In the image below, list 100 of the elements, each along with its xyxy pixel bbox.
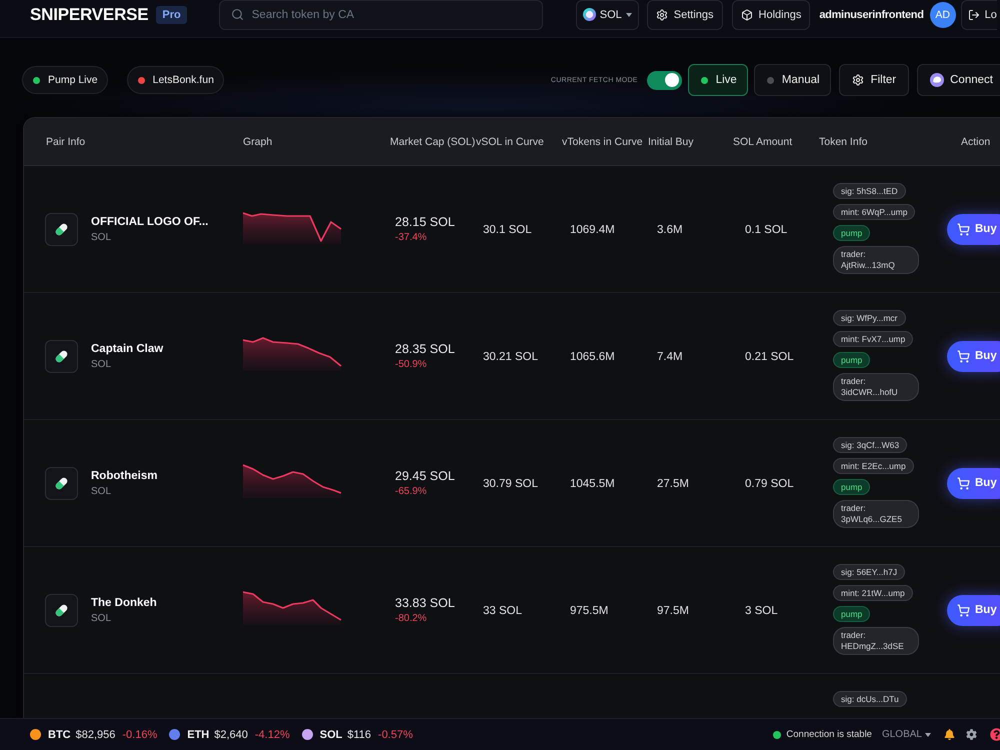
- buy-button[interactable]: Buy: [947, 594, 1000, 626]
- mint-tag: mint: 6WqP...ump: [833, 204, 916, 220]
- app-logo: SNIPERVERSE: [30, 4, 148, 24]
- ticker-change: -0.57%: [378, 728, 413, 740]
- search-field[interactable]: Search token by CA: [218, 0, 543, 30]
- cart-icon: [957, 476, 970, 490]
- feed-chip[interactable]: Pump Live: [22, 66, 108, 94]
- trader-tag: trader: HEDmgZ...3dSE: [833, 627, 919, 655]
- column-header: Token Info: [819, 136, 868, 148]
- signature-tag: sig: dcUs...DTu: [833, 691, 907, 707]
- table-cell: 1065.6M: [570, 351, 615, 363]
- cart-icon: [957, 350, 970, 362]
- gear-icon: [852, 74, 864, 86]
- settings-icon: [656, 8, 668, 20]
- market-cap: 28.15 SOL: [395, 215, 455, 229]
- capsule-icon: [45, 212, 78, 246]
- price-change: -37.4%: [395, 232, 427, 243]
- market-cap: 33.83 SOL: [395, 596, 455, 610]
- username: adminuserinfrontend: [819, 8, 924, 20]
- caret-icon: [925, 732, 931, 736]
- mode-button[interactable]: Manual: [754, 64, 831, 96]
- buy-button[interactable]: Buy: [947, 214, 1000, 244]
- price-change: -80.2%: [395, 613, 427, 624]
- search-icon: [230, 8, 244, 20]
- region-select[interactable]: GLOBAL: [882, 729, 931, 740]
- table-cell: 97.5M: [657, 605, 689, 617]
- signature-tag: sig: 56EY...h7J: [833, 564, 906, 580]
- mint-tag: mint: FvX7...ump: [833, 331, 914, 347]
- ticker-change: -4.12%: [254, 728, 290, 740]
- settings-icon[interactable]: [966, 729, 977, 740]
- token-symbol: SOL: [91, 486, 112, 496]
- column-header: Initial Buy: [648, 136, 695, 148]
- trader-tag: trader: 3pWLq6...GZE5: [833, 500, 919, 528]
- token-name: OFFICIAL LOGO OF...: [91, 216, 208, 228]
- market-cap: 29.45 SOL: [395, 469, 455, 483]
- price-change: -65.9%: [395, 486, 427, 497]
- column-header: SOL Amount: [733, 136, 794, 148]
- filter-button[interactable]: Filter: [838, 64, 910, 96]
- ticker-symbol: BTC: [48, 728, 71, 740]
- caret-icon: [626, 12, 632, 16]
- capsule-icon: [45, 466, 78, 500]
- mode-button[interactable]: Live: [688, 64, 748, 96]
- token-symbol: SOL: [91, 358, 112, 370]
- table-cell: 0.1 SOL: [745, 224, 788, 236]
- logout-icon: [968, 8, 980, 20]
- column-header: Action: [960, 136, 992, 148]
- cube-icon: [740, 8, 753, 20]
- coin-icon: [582, 8, 596, 21]
- orb-icon: [930, 73, 944, 87]
- capsule-icon: [45, 594, 78, 626]
- token-name: The Donkeh: [91, 596, 157, 608]
- market-cap: 28.35 SOL: [395, 342, 455, 356]
- trader-tag: trader: 3idCWR...hofU: [833, 373, 919, 401]
- platform-tag: pump: [833, 479, 870, 495]
- plan-badge: Pro: [156, 6, 187, 24]
- token-name: Robotheism: [91, 470, 158, 482]
- avatar[interactable]: AD: [930, 2, 956, 28]
- platform-tag: pump: [833, 606, 870, 622]
- mint-tag: mint: E2Ec...ump: [833, 458, 914, 474]
- table-cell: 7.4M: [657, 351, 683, 363]
- mint-tag: mint: 21tW...ump: [833, 585, 913, 601]
- capsule-icon: [45, 340, 78, 372]
- table-cell: 30.21 SOL: [483, 351, 538, 363]
- table-cell: 1069.4M: [570, 224, 615, 236]
- cart-icon: [957, 222, 970, 236]
- cart-icon: [957, 604, 970, 616]
- connection-status: Connection is stable: [786, 729, 872, 740]
- buy-button[interactable]: Buy: [947, 340, 1000, 372]
- table-cell: 27.5M: [657, 478, 689, 490]
- feed-chip[interactable]: LetsBonk.fun: [126, 66, 224, 94]
- column-header: Graph: [243, 136, 274, 148]
- help-icon[interactable]: [990, 728, 1000, 741]
- ticker-change: -0.16%: [122, 728, 158, 740]
- logout-button[interactable]: Lo: [960, 0, 997, 30]
- table-cell: 1045.5M: [570, 478, 615, 490]
- ticker-price: $116: [347, 728, 372, 740]
- fetch-mode-toggle[interactable]: [646, 70, 682, 90]
- ticker-symbol: ETH: [187, 728, 210, 740]
- ticker-price: $2,640: [214, 728, 248, 740]
- table-cell: 3 SOL: [745, 605, 778, 617]
- buy-button[interactable]: Buy: [947, 468, 1000, 498]
- trader-tag: trader: AjtRiw...13mQ: [833, 246, 919, 274]
- table-cell: 3.6M: [657, 224, 683, 236]
- signature-tag: sig: WfPy...mcr: [833, 310, 906, 326]
- token-symbol: SOL: [91, 232, 112, 242]
- table-cell: 30.79 SOL: [483, 478, 538, 490]
- token-name: Captain Claw: [91, 342, 164, 354]
- column-header: Market Cap (SOL): [390, 136, 476, 148]
- token-symbol: SOL: [91, 612, 112, 624]
- bell-icon[interactable]: [944, 729, 955, 740]
- signature-tag: sig: 5hS8...tED: [833, 183, 906, 199]
- table-cell: 30.1 SOL: [483, 224, 532, 236]
- column-header: Pair Info: [46, 136, 86, 148]
- settings-button[interactable]: Settings: [646, 0, 723, 30]
- network-select[interactable]: SOL: [576, 0, 639, 30]
- table-cell: 0.79 SOL: [745, 478, 794, 490]
- connect-button[interactable]: Connect: [917, 64, 1000, 96]
- table-cell: 33 SOL: [483, 605, 522, 617]
- holdings-button[interactable]: Holdings: [732, 0, 810, 30]
- ticker-price: $82,956: [76, 728, 116, 740]
